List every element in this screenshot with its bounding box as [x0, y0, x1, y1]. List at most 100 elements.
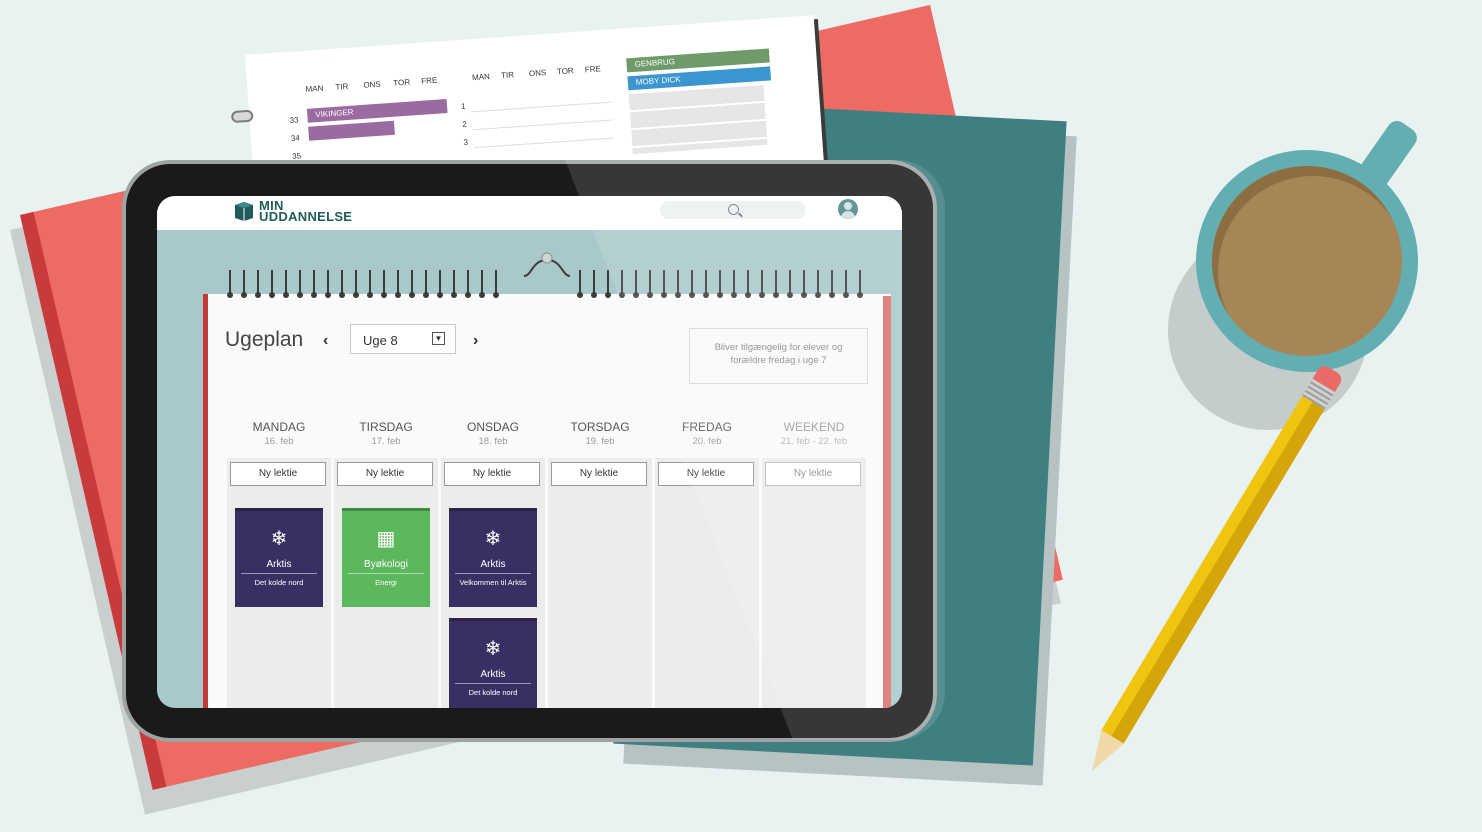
spiral-coil — [661, 270, 667, 298]
spiral-coil — [745, 270, 751, 298]
day-date: 21. feb - 22. feb — [780, 436, 848, 447]
user-avatar-icon[interactable] — [838, 199, 858, 219]
planner-row-number: 1 — [460, 101, 466, 112]
planner-day: TIR — [500, 70, 515, 81]
spiral-coil — [647, 270, 653, 298]
planner-row-number: 2 — [462, 119, 468, 129]
calendar-hanger — [523, 252, 571, 277]
planner-week-number: 34 — [290, 133, 301, 143]
lesson-subtitle: Velkommen til Arktis — [459, 578, 527, 587]
spiral-coil — [297, 270, 303, 298]
lesson-card[interactable]: ▦ Byøkologi Energi — [342, 508, 430, 607]
day-column-tuesday: Ny lektie ▦ Byøkologi Energi — [334, 458, 438, 708]
spiral-coil — [605, 270, 611, 298]
planner-rule — [473, 137, 614, 149]
planner-bar-continuation — [308, 120, 395, 141]
planner-row-number: 3 — [463, 137, 469, 147]
spiral-coil — [423, 270, 429, 298]
spiral-coil — [395, 270, 401, 298]
pencil — [1075, 363, 1345, 788]
planner-day: ONS — [363, 79, 382, 90]
spiral-coil — [255, 270, 261, 298]
page-title: Ugeplan — [225, 328, 304, 351]
spiral-coil — [759, 270, 765, 298]
lesson-subtitle: Det kolde nord — [254, 578, 304, 587]
spiral-coil — [437, 270, 443, 298]
spiral-coil — [367, 270, 373, 298]
planner-day: TIR — [335, 81, 349, 92]
day-name: TORSDAG — [570, 420, 630, 434]
availability-notice: Bliver tilgængelig for elever og forældr… — [689, 328, 868, 384]
planner-rule — [471, 101, 612, 113]
day-header-weekend: WEEKEND 21. feb - 22. feb — [762, 420, 866, 447]
day-header-wednesday: ONSDAG 18. feb — [441, 420, 545, 447]
planner-day: FRE — [584, 64, 602, 75]
spiral-coil — [325, 270, 331, 298]
day-column-friday: Ny lektie — [655, 458, 759, 708]
spiral-coil — [339, 270, 345, 298]
lesson-card[interactable]: ❄ Arktis Det kolde nord — [449, 618, 537, 708]
spiral-coil — [619, 270, 625, 298]
day-header-monday: MANDAG 16. feb — [227, 420, 331, 447]
day-name: MANDAG — [252, 420, 306, 434]
lesson-title: Arktis — [455, 559, 531, 574]
day-header-tuesday: TIRSDAG 17. feb — [334, 420, 438, 447]
day-column-weekend: Ny lektie — [762, 458, 866, 708]
snowflake-icon: ❄ — [484, 638, 502, 660]
search-icon[interactable] — [728, 204, 739, 215]
lesson-title: Arktis — [241, 559, 317, 574]
day-header-friday: FREDAG 20. feb — [655, 420, 759, 447]
spiral-coil — [787, 270, 793, 298]
spiral-coil — [577, 270, 583, 298]
spiral-coil — [801, 270, 807, 298]
week-select[interactable]: Uge 8 ▼ — [350, 324, 456, 354]
new-lesson-button[interactable]: Ny lektie — [444, 462, 540, 486]
spiral-coil — [815, 270, 821, 298]
planner-day: MAN — [305, 83, 324, 94]
new-lesson-button[interactable]: Ny lektie — [551, 462, 647, 486]
previous-week-button[interactable]: ‹ — [323, 332, 328, 350]
spiral-coil — [857, 270, 863, 298]
new-lesson-button[interactable]: Ny lektie — [765, 462, 861, 486]
day-name: WEEKEND — [783, 420, 845, 434]
spiral-coil — [717, 270, 723, 298]
tablet-screen: MIN UDDANNELSE Ugeplan ‹ Uge 8 ▼ › Blive… — [157, 196, 902, 708]
spiral-coil — [409, 270, 415, 298]
lesson-card[interactable]: ❄ Arktis Det kolde nord — [235, 508, 323, 607]
new-lesson-button[interactable]: Ny lektie — [337, 462, 433, 486]
spiral-coil — [241, 270, 247, 298]
spiral-coil — [283, 270, 289, 298]
day-header-thursday: TORSDAG 19. feb — [548, 420, 652, 447]
spiral-coil — [451, 270, 457, 298]
day-column-wednesday: Ny lektie ❄ Arktis Velkommen til Arktis … — [441, 458, 545, 708]
spiral-coil — [493, 270, 499, 298]
day-date: 18. feb — [478, 436, 508, 447]
coffee — [1212, 166, 1402, 356]
calendar-page-edge — [883, 296, 891, 708]
day-date: 17. feb — [371, 436, 401, 447]
lesson-subtitle: Det kolde nord — [468, 688, 518, 697]
day-date: 19. feb — [585, 436, 615, 447]
new-lesson-button[interactable]: Ny lektie — [230, 462, 326, 486]
pencil-body — [1101, 395, 1325, 744]
spiral-coil — [703, 270, 709, 298]
logo-line-2: UDDANNELSE — [259, 209, 353, 224]
app-logo[interactable]: MIN UDDANNELSE — [259, 199, 353, 224]
chevron-down-icon[interactable]: ▼ — [432, 332, 445, 345]
day-date: 16. feb — [264, 436, 294, 447]
day-column-monday: Ny lektie ❄ Arktis Det kolde nord — [227, 458, 331, 708]
app-header: MIN UDDANNELSE — [157, 196, 902, 230]
spiral-coil — [675, 270, 681, 298]
new-lesson-button[interactable]: Ny lektie — [658, 462, 754, 486]
book-logo-icon — [235, 202, 253, 221]
spiral-coil — [591, 270, 597, 298]
snowflake-icon: ❄ — [484, 528, 502, 550]
spiral-coil — [829, 270, 835, 298]
lesson-card[interactable]: ❄ Arktis Velkommen til Arktis — [449, 508, 537, 607]
week-select-value: Uge 8 — [363, 333, 398, 348]
search-field[interactable] — [660, 201, 806, 219]
planner-bar-vikinger: VIKINGER — [306, 99, 448, 123]
spiral-coil — [465, 270, 471, 298]
snowflake-icon: ❄ — [270, 528, 288, 550]
next-week-button[interactable]: › — [473, 332, 478, 350]
